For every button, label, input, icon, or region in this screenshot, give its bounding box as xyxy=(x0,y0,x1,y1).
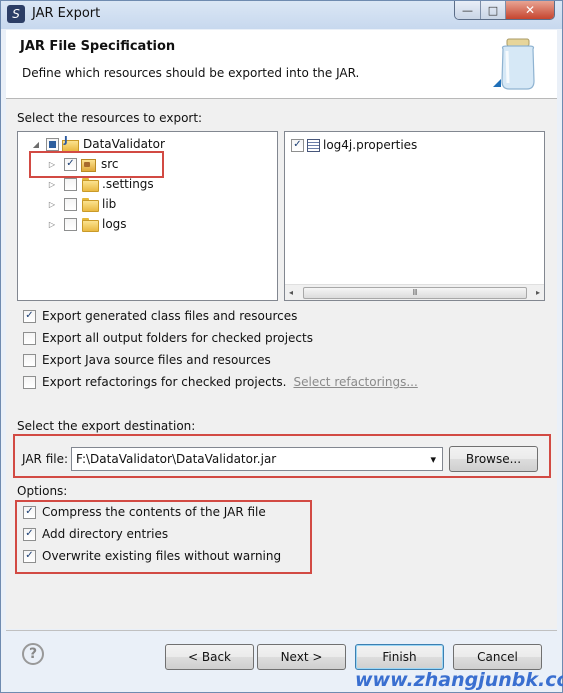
source-folder-icon xyxy=(80,157,96,172)
folder-icon xyxy=(82,218,99,232)
tree-checkbox-src[interactable]: ✓ xyxy=(64,157,77,171)
option-label: Export Java source files and resources xyxy=(42,353,271,367)
expander-icon[interactable]: ▷ xyxy=(46,218,58,230)
expander-icon[interactable]: ▷ xyxy=(46,198,58,210)
next-button[interactable]: Next > xyxy=(257,644,346,670)
option-label: Export all output folders for checked pr… xyxy=(42,331,313,345)
tree-checkbox-datavalidator[interactable] xyxy=(46,137,59,151)
wizard-header: JAR File Specification Define which reso… xyxy=(6,30,557,99)
export-class-files-checkbox[interactable]: ✓ xyxy=(23,309,36,323)
close-button[interactable]: ✕ xyxy=(506,1,554,19)
resource-tree[interactable]: ◢ DataValidator ▷ ✓ src ▷ .settings ▷ li… xyxy=(17,131,278,301)
tree-item-label: logs xyxy=(102,217,127,231)
window-controls: — □ ✕ xyxy=(454,1,555,20)
tree-checkbox-settings[interactable] xyxy=(64,177,77,191)
overwrite-option[interactable]: ✓ Overwrite existing files without warni… xyxy=(23,547,281,565)
tree-item-label: src xyxy=(101,157,119,171)
folder-icon xyxy=(82,178,99,192)
export-output-folders-checkbox[interactable] xyxy=(23,331,36,345)
cancel-button[interactable]: Cancel xyxy=(453,644,542,670)
jar-file-input[interactable]: F:\DataValidator\DataValidator.jar xyxy=(76,452,276,466)
tree-item-label: lib xyxy=(102,197,117,211)
horizontal-scrollbar[interactable]: ◂ III ▸ xyxy=(285,284,544,300)
scroll-right-arrow-icon[interactable]: ▸ xyxy=(536,288,544,297)
grip-icon: III xyxy=(412,288,417,297)
tree-item-datavalidator[interactable]: ◢ DataValidator xyxy=(30,134,165,154)
browse-button[interactable]: Browse... xyxy=(449,446,538,472)
java-project-icon xyxy=(62,135,79,152)
dropdown-arrow-icon[interactable]: ▾ xyxy=(430,453,436,466)
page-title: JAR File Specification xyxy=(20,39,176,54)
option-label: Add directory entries xyxy=(42,527,169,541)
file-checkbox-log4j[interactable]: ✓ xyxy=(291,138,304,152)
expander-icon[interactable]: ▷ xyxy=(46,178,58,190)
tree-checkbox-logs[interactable] xyxy=(64,217,77,231)
directory-entries-checkbox[interactable]: ✓ xyxy=(23,527,36,541)
properties-file-icon xyxy=(307,138,320,152)
tree-item-label: DataValidator xyxy=(83,137,165,151)
minimize-button[interactable]: — xyxy=(455,1,481,19)
tree-item-logs[interactable]: ▷ logs xyxy=(46,214,127,234)
finish-button[interactable]: Finish xyxy=(355,644,444,670)
eclipse-app-icon: S xyxy=(7,5,25,23)
watermark-text: www.zhangjunbk.com xyxy=(355,669,563,691)
option-label: Compress the contents of the JAR file xyxy=(42,505,266,519)
expander-icon[interactable]: ◢ xyxy=(30,138,42,150)
option-label: Export generated class files and resourc… xyxy=(42,309,298,323)
tree-item-lib[interactable]: ▷ lib xyxy=(46,194,116,214)
jar-icon xyxy=(493,38,535,90)
compress-checkbox[interactable]: ✓ xyxy=(23,505,36,519)
maximize-button[interactable]: □ xyxy=(481,1,506,19)
file-item-log4j[interactable]: ✓ log4j.properties xyxy=(291,135,417,155)
resources-label: Select the resources to export: xyxy=(17,111,203,125)
jar-file-label: JAR file: xyxy=(22,452,69,466)
export-refactorings-option[interactable]: Export refactorings for checked projects… xyxy=(23,373,418,391)
export-refactorings-checkbox[interactable] xyxy=(23,375,36,389)
scrollbar-thumb[interactable]: III xyxy=(302,286,527,299)
select-refactorings-link[interactable]: Select refactorings... xyxy=(293,375,417,389)
page-description: Define which resources should be exporte… xyxy=(22,66,360,80)
file-list[interactable]: ✓ log4j.properties ◂ III ▸ xyxy=(284,131,545,301)
scroll-left-arrow-icon[interactable]: ◂ xyxy=(285,288,293,297)
help-icon[interactable]: ? xyxy=(22,643,44,665)
expander-icon[interactable]: ▷ xyxy=(46,158,58,170)
export-source-files-checkbox[interactable] xyxy=(23,353,36,367)
footer-separator xyxy=(6,630,557,631)
tree-checkbox-lib[interactable] xyxy=(64,197,77,211)
tree-item-src[interactable]: ▷ ✓ src xyxy=(46,154,119,174)
export-output-folders-option[interactable]: Export all output folders for checked pr… xyxy=(23,329,313,347)
window-title: JAR Export xyxy=(32,6,101,21)
tree-item-settings[interactable]: ▷ .settings xyxy=(46,174,154,194)
options-label: Options: xyxy=(17,484,68,498)
destination-label: Select the export destination: xyxy=(17,419,196,433)
back-button[interactable]: < Back xyxy=(165,644,254,670)
overwrite-checkbox[interactable]: ✓ xyxy=(23,549,36,563)
jar-file-combo[interactable]: F:\DataValidator\DataValidator.jar ▾ xyxy=(71,447,443,471)
directory-entries-option[interactable]: ✓ Add directory entries xyxy=(23,525,168,543)
folder-icon xyxy=(82,198,99,212)
export-source-files-option[interactable]: Export Java source files and resources xyxy=(23,351,271,369)
file-item-label: log4j.properties xyxy=(323,138,418,152)
tree-item-label: .settings xyxy=(102,177,154,191)
option-label: Overwrite existing files without warning xyxy=(42,549,282,563)
compress-option[interactable]: ✓ Compress the contents of the JAR file xyxy=(23,503,266,521)
export-class-files-option[interactable]: ✓ Export generated class files and resou… xyxy=(23,307,297,325)
option-label: Export refactorings for checked projects… xyxy=(42,375,287,389)
